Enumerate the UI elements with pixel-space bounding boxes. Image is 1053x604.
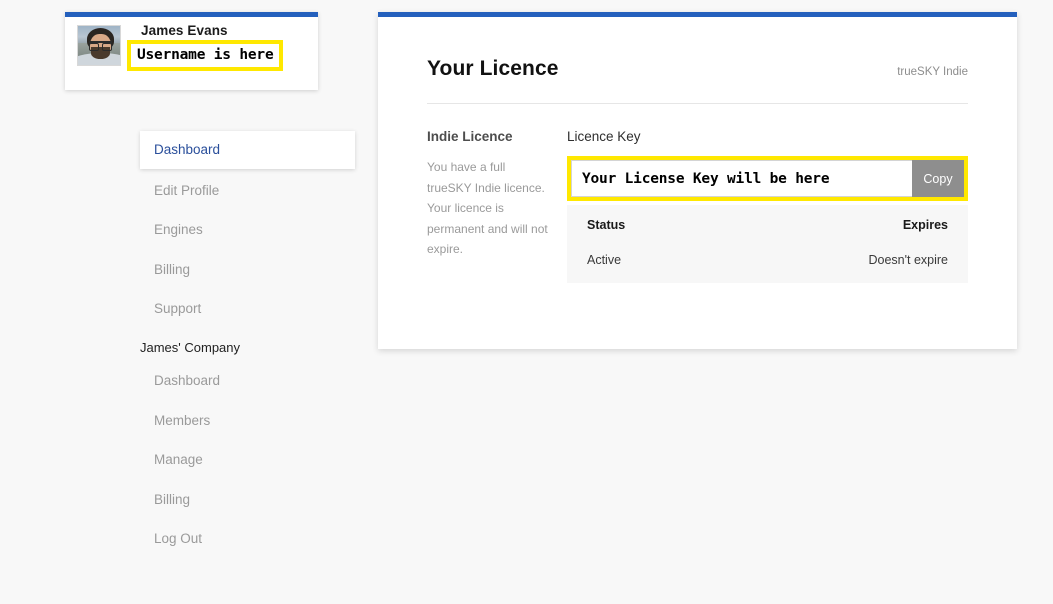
nav-group-title: James' Company <box>140 340 241 355</box>
sidebar-item-dashboard[interactable]: Dashboard <box>140 131 355 169</box>
copy-button[interactable]: Copy <box>912 160 964 197</box>
nav-item-label: Edit Profile <box>154 182 220 198</box>
profile-card: James Evans Username is here <box>65 12 318 90</box>
licence-info-column: Indie Licence You have a full trueSKY In… <box>427 129 567 283</box>
profile-text: James Evans Username is here <box>121 17 318 71</box>
nav-item-label: Engines <box>154 222 203 237</box>
sidebar-item-engines[interactable]: Engines <box>140 210 355 250</box>
username-highlight-box: Username is here <box>127 40 284 71</box>
company-item-dashboard[interactable]: Dashboard <box>140 361 355 401</box>
secondary-navigation-items: Dashboard Members Manage Billing Log Out <box>140 361 355 559</box>
sidebar-item-support[interactable]: Support <box>140 289 355 329</box>
cell-expires-value: Doesn't expire <box>868 253 948 267</box>
nav-item-label: Log Out <box>154 531 203 546</box>
licence-key-label: Licence Key <box>567 129 641 144</box>
licence-key-highlight-box: Copy <box>567 156 968 201</box>
company-item-log-out[interactable]: Log Out <box>140 519 355 559</box>
licence-description: You have a full trueSKY Indie licence. Y… <box>427 160 548 256</box>
sidebar: James Evans Username is here Dashboard Ed… <box>0 0 378 604</box>
licence-key-column: Licence Key Copy Status Expires Active D… <box>567 129 968 283</box>
licence-heading: Indie Licence <box>427 129 513 144</box>
panel-header: Your Licence trueSKY Indie <box>378 17 1017 81</box>
product-label: trueSKY Indie <box>897 66 968 78</box>
secondary-navigation: James' Company Dashboard Members Manage Bil… <box>140 340 355 559</box>
page-title: Your Licence <box>427 57 559 80</box>
username-value: Username is here <box>137 47 274 63</box>
avatar <box>77 25 121 66</box>
nav-item-label: Members <box>154 412 211 428</box>
main-panel: Your Licence trueSKY Indie Indie Licence… <box>378 12 1017 349</box>
licence-key-input[interactable] <box>571 160 912 197</box>
column-header-expires: Expires <box>902 218 948 232</box>
nav-item-label: Dashboard <box>154 142 221 157</box>
sidebar-item-billing[interactable]: Billing <box>140 250 355 290</box>
table-header-row: Status Expires <box>587 218 948 232</box>
company-item-manage[interactable]: Manage <box>140 440 355 480</box>
nav-item-label: Support <box>154 301 202 316</box>
nav-item-label: Dashboard <box>154 373 221 388</box>
company-item-billing[interactable]: Billing <box>140 480 355 520</box>
nav-item-label: Billing <box>154 491 191 507</box>
panel-body: Indie Licence You have a full trueSKY In… <box>378 104 1017 283</box>
licence-status-table: Status Expires Active Doesn't expire <box>567 205 968 283</box>
company-item-members[interactable]: Members <box>140 401 355 441</box>
avatar-glasses <box>89 41 112 51</box>
nav-item-label: Manage <box>154 452 203 467</box>
table-row: Active Doesn't expire <box>587 253 948 267</box>
cell-status-value: Active <box>587 253 622 267</box>
primary-navigation: Dashboard Edit Profile Engines Billing Suppo… <box>140 131 355 329</box>
profile-name: James Evans <box>141 23 228 38</box>
nav-item-label: Billing <box>154 261 191 277</box>
column-header-status: Status <box>587 218 626 232</box>
sidebar-item-edit-profile[interactable]: Edit Profile <box>140 171 355 211</box>
